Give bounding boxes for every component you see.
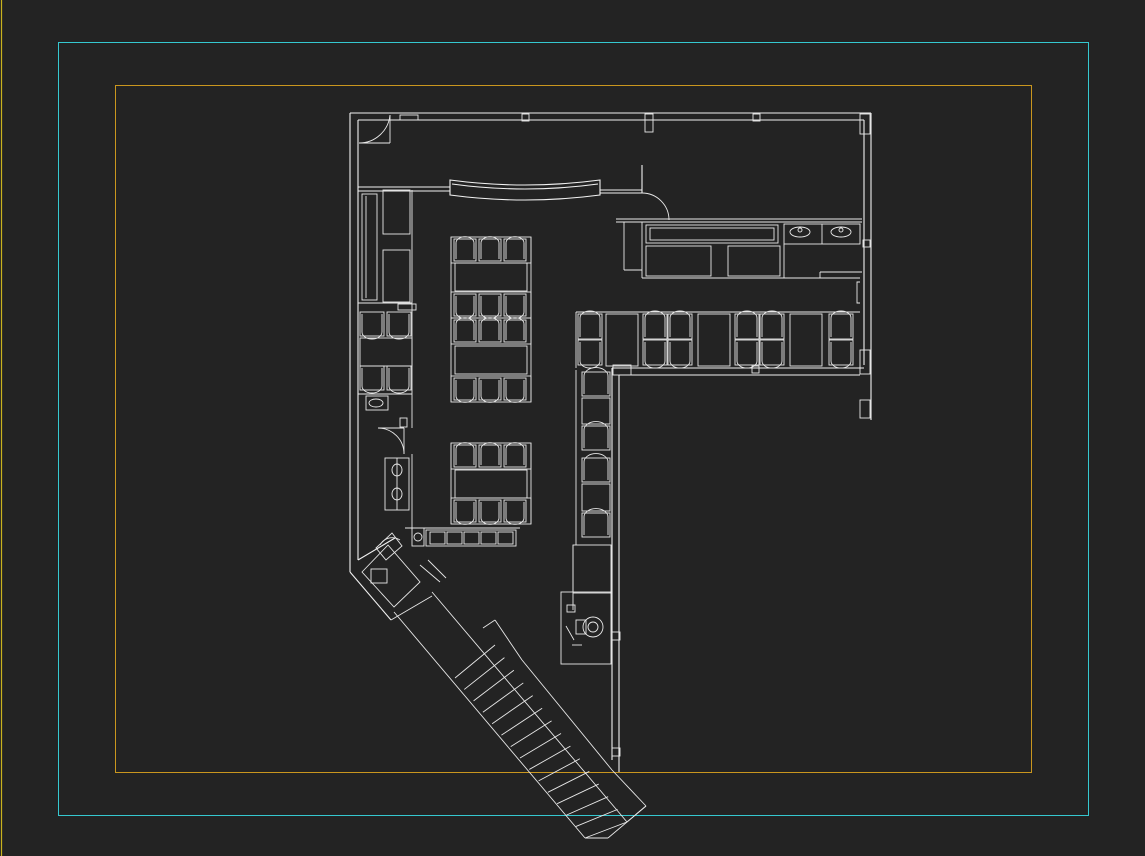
stair-tread — [575, 808, 618, 827]
stair-treads — [454, 644, 628, 839]
chair-icon — [734, 310, 760, 340]
chair-icon — [581, 508, 611, 538]
chair-icon — [478, 317, 502, 343]
chair-icon — [828, 339, 854, 369]
staircase-icon — [390, 591, 647, 839]
chair-icon — [581, 453, 611, 483]
cad-drawing-canvas — [0, 0, 1145, 856]
chair-icon — [828, 310, 854, 340]
chair-icon — [386, 311, 412, 340]
right-booth-row — [575, 310, 860, 369]
table-icon — [454, 345, 528, 375]
floor-plan-svg — [0, 0, 1089, 856]
chair-icon — [453, 499, 477, 525]
stair-tread — [454, 644, 496, 679]
table-icon — [697, 313, 731, 367]
chair-icon — [581, 367, 611, 397]
kitchen-area — [616, 218, 871, 304]
chair-icon — [503, 442, 527, 468]
chair-icon — [577, 339, 603, 369]
stair-tread — [547, 771, 590, 793]
stair-tread — [566, 796, 609, 816]
inner-frame — [115, 85, 1032, 773]
restroom-left — [358, 393, 520, 608]
exterior-walls — [349, 112, 872, 772]
stair-tread — [491, 695, 533, 725]
vertical-chair-column — [575, 367, 611, 545]
chair-icon — [478, 293, 502, 319]
chair-icon — [642, 310, 668, 340]
left-wall-chairs — [359, 311, 413, 394]
curved-counter — [358, 165, 643, 201]
stair-tread — [584, 821, 628, 839]
chair-icon — [642, 339, 668, 369]
chair-icon — [667, 339, 693, 369]
stair-tread — [482, 682, 524, 713]
chair-icon — [667, 310, 693, 340]
chair-icon — [453, 317, 477, 343]
column-icon — [859, 349, 871, 375]
table-icon — [605, 313, 639, 367]
table-icon — [454, 262, 528, 292]
center-dining-tables — [450, 236, 532, 525]
table-icon — [789, 313, 823, 367]
chair-icon — [453, 293, 477, 319]
outer-frame — [58, 42, 1089, 816]
chair-icon — [453, 377, 477, 403]
chair-icon — [453, 442, 477, 468]
table-icon — [581, 483, 611, 512]
chair-icon — [503, 499, 527, 525]
table-icon — [581, 397, 611, 425]
chair-icon — [759, 310, 785, 340]
table-icon — [454, 469, 528, 499]
kitchen-door-arc-icon — [641, 192, 670, 221]
top-wall-windows — [399, 113, 871, 757]
stair-tread — [529, 745, 571, 770]
chair-icon — [478, 499, 502, 525]
stair-tread — [538, 758, 581, 782]
chair-icon — [478, 377, 502, 403]
stair-tread — [473, 669, 515, 702]
stair-tread — [556, 783, 599, 805]
column-icon — [644, 113, 654, 133]
bar-stools — [429, 531, 514, 545]
chair-icon — [759, 339, 785, 369]
chair-icon — [359, 365, 385, 394]
chair-icon — [478, 442, 502, 468]
door-arc-icon — [358, 114, 391, 144]
column-icon — [859, 399, 871, 419]
chair-icon — [503, 293, 527, 319]
chair-icon — [734, 339, 760, 369]
chair-icon — [503, 377, 527, 403]
chair-icon — [386, 365, 412, 394]
column-icon — [859, 113, 871, 135]
chair-icon — [478, 236, 502, 262]
chair-icon — [503, 236, 527, 262]
chair-icon — [503, 317, 527, 343]
chair-icon — [359, 311, 385, 340]
chair-icon — [453, 236, 477, 262]
table-icon — [359, 337, 413, 367]
stair-tread — [464, 657, 505, 690]
service-counter — [560, 544, 612, 665]
chair-icon — [577, 310, 603, 340]
chair-icon — [581, 421, 611, 451]
